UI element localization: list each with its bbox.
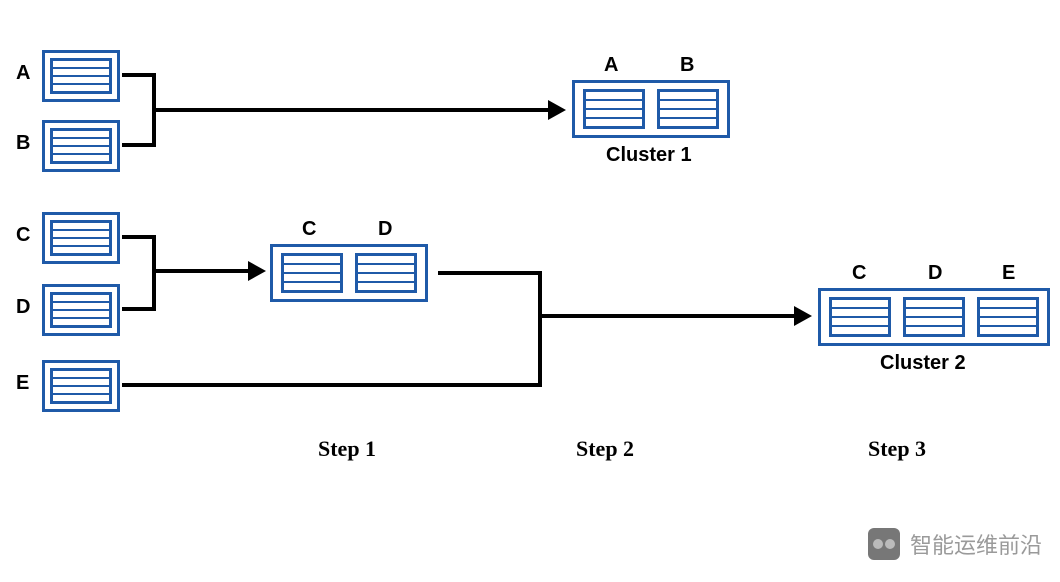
cluster1-label-A: A: [604, 54, 618, 77]
arrowhead-icon: [248, 261, 266, 281]
block-B: [42, 120, 120, 172]
label-E: E: [16, 372, 29, 395]
connector: [538, 271, 542, 387]
connector: [122, 383, 542, 387]
mid-label-C: C: [302, 218, 316, 241]
label-B: B: [16, 132, 30, 155]
label-D: D: [16, 296, 30, 319]
cluster-2: [818, 288, 1050, 346]
mid-label-D: D: [378, 218, 392, 241]
block-D: [42, 284, 120, 336]
step-1-label: Step 1: [318, 436, 376, 462]
block-E: [42, 360, 120, 412]
label-A: A: [16, 62, 30, 85]
cluster2-label-C: C: [852, 262, 866, 285]
block-C: [42, 212, 120, 264]
arrowhead-icon: [794, 306, 812, 326]
arrowhead-icon: [548, 100, 566, 120]
mid-cluster-CD: [270, 244, 428, 302]
arrow-AB-to-cluster1: [152, 108, 550, 112]
step-2-label: Step 2: [576, 436, 634, 462]
arrow-CD-to-mid: [152, 269, 250, 273]
watermark: 智能运维前沿: [868, 528, 1042, 560]
cluster1-title: Cluster 1: [606, 144, 692, 167]
connector: [152, 235, 156, 311]
connector: [438, 271, 542, 275]
connector: [122, 73, 156, 77]
label-C: C: [16, 224, 30, 247]
cluster-1: [572, 80, 730, 138]
cluster2-title: Cluster 2: [880, 352, 966, 375]
connector: [122, 143, 156, 147]
block-A: [42, 50, 120, 102]
watermark-text: 智能运维前沿: [910, 528, 1042, 560]
arrow-CDE-to-cluster2: [538, 314, 796, 318]
cluster2-label-D: D: [928, 262, 942, 285]
connector: [122, 307, 156, 311]
wechat-icon: [868, 528, 900, 560]
diagram-canvas: A B C D E A B Cluster 1 C D C D E: [0, 0, 1060, 582]
step-3-label: Step 3: [868, 436, 926, 462]
cluster1-label-B: B: [680, 54, 694, 77]
cluster2-label-E: E: [1002, 262, 1015, 285]
connector: [122, 235, 156, 239]
